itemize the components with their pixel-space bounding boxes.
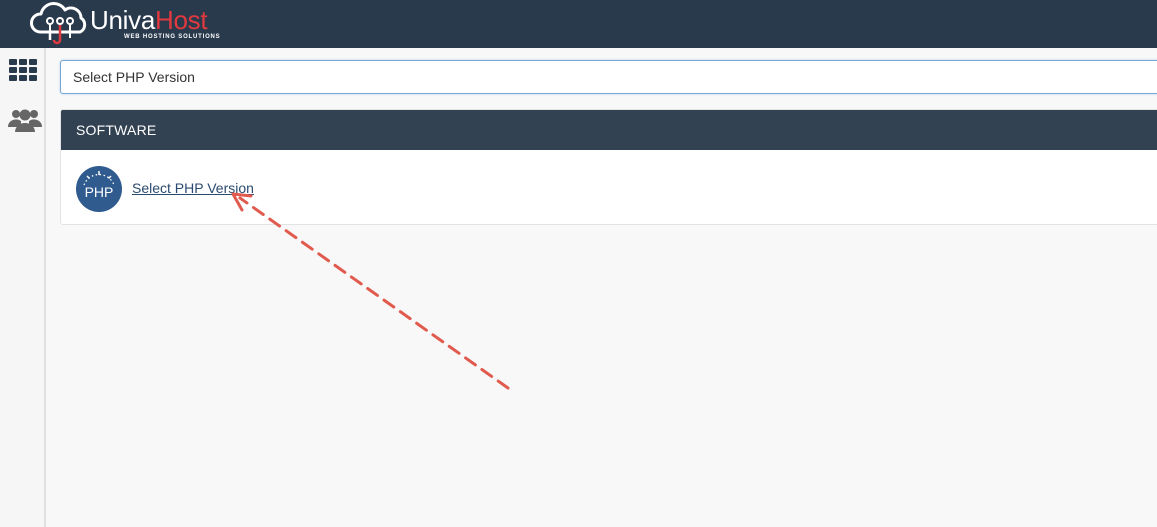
brand-tagline: WEB HOSTING SOLUTIONS [124, 34, 221, 40]
panel-title: SOFTWARE [76, 122, 157, 138]
logo[interactable]: UnivaHost WEB HOSTING SOLUTIONS [26, 2, 246, 46]
brand-name: UnivaHost [90, 5, 208, 35]
select-php-version-link[interactable]: Select PHP Version [132, 180, 254, 196]
cloud-logo-icon [30, 2, 87, 45]
list-item-select-php-version[interactable]: PHP Select PHP Version [75, 165, 375, 213]
search-input[interactable] [60, 60, 1157, 94]
grid-icon[interactable] [7, 56, 39, 86]
panel-header: SOFTWARE [61, 110, 1157, 150]
top-bar: UnivaHost WEB HOSTING SOLUTIONS [0, 0, 1157, 48]
software-panel: SOFTWARE PHP Select PHP Version [60, 109, 1157, 225]
users-icon[interactable] [7, 106, 43, 136]
php-icon[interactable]: PHP [75, 165, 123, 213]
brand-name-accent: Host [154, 5, 208, 35]
brand-name-primary: Univa [90, 5, 155, 35]
sidebar [0, 48, 46, 527]
php-icon-text: PHP [85, 184, 114, 200]
